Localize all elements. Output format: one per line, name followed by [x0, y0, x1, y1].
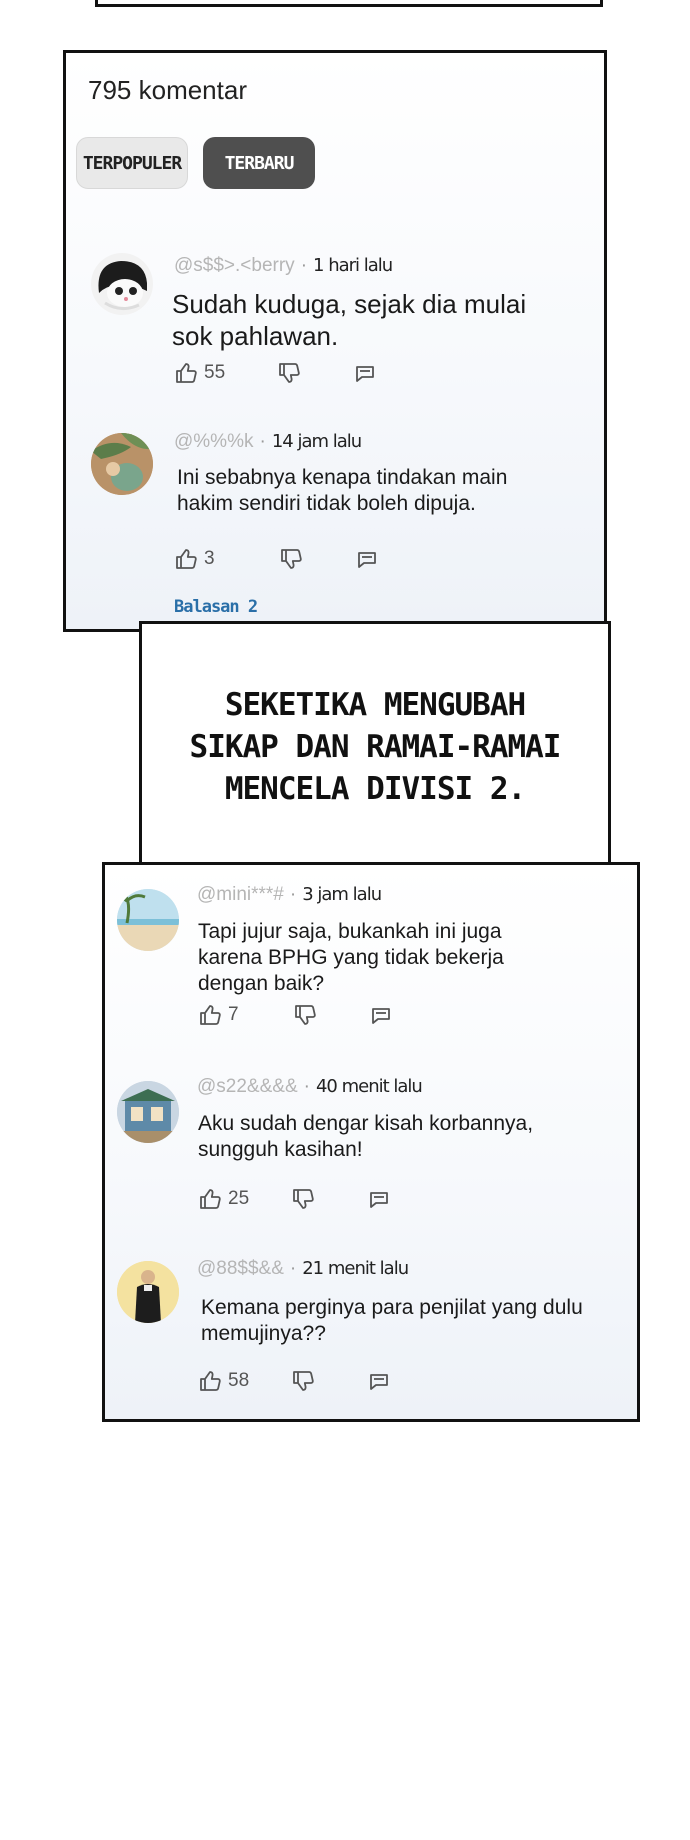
- reply-button[interactable]: [369, 1003, 393, 1027]
- reply-icon: [355, 547, 379, 571]
- separator-dot: ·: [289, 884, 297, 905]
- comment-username[interactable]: @%%%k: [174, 431, 253, 452]
- comment-time: 14 jam lalu: [271, 431, 362, 452]
- like-button[interactable]: 3: [174, 547, 215, 571]
- comment-count: 795 komentar: [88, 75, 247, 105]
- comment-actions: 58: [198, 1369, 391, 1393]
- separator-dot: ·: [300, 255, 308, 276]
- avatar[interactable]: [91, 433, 153, 495]
- previous-panel-frame: [95, 0, 603, 7]
- dislike-button[interactable]: [291, 1369, 315, 1393]
- dislike-button[interactable]: [291, 1187, 315, 1211]
- thumbs-down-icon: [293, 1003, 317, 1027]
- comment-username[interactable]: @s22&&&&: [197, 1076, 298, 1097]
- comment-meta: @s22&&&& · 40 menit lalu: [197, 1076, 423, 1098]
- comment-text: Kemana perginya para penjilat yang dulu …: [201, 1296, 583, 1345]
- avatar[interactable]: [117, 889, 179, 951]
- avatar[interactable]: [117, 1081, 179, 1143]
- comment-username[interactable]: @mini***#: [197, 884, 284, 905]
- avatar[interactable]: [117, 1261, 179, 1323]
- thumbs-up-icon: [174, 547, 198, 571]
- comment-text: Sudah kuduga, sejak dia mulai sok pahlaw…: [172, 289, 527, 351]
- like-count: 7: [228, 1004, 239, 1025]
- reply-icon: [367, 1369, 391, 1393]
- like-button[interactable]: 7: [198, 1003, 239, 1027]
- thumbs-down-icon: [279, 547, 303, 571]
- comment-meta: @%%%k · 14 jam lalu: [174, 431, 362, 453]
- like-count: 55: [204, 362, 226, 383]
- comment-meta: @s$$>.<berry · 1 hari lalu: [174, 255, 393, 277]
- comment-text: Ini sebabnya kenapa tindakan main hakim …: [177, 466, 508, 515]
- reply-button[interactable]: [367, 1369, 391, 1393]
- like-count: 25: [228, 1188, 250, 1209]
- thumbs-up-icon: [174, 361, 198, 385]
- like-count: 58: [228, 1370, 250, 1391]
- reply-icon: [353, 361, 377, 385]
- comments-panel-bottom: @mini***# · 3 jam lalu Tapi jujur saja, bu…: [102, 862, 640, 1422]
- comment-meta: @88$$&& · 21 menit lalu: [197, 1258, 409, 1280]
- comment-time: 21 menit lalu: [302, 1258, 409, 1279]
- comment-actions: 25: [198, 1187, 391, 1211]
- reply-button[interactable]: [355, 547, 379, 571]
- comment-actions: 3: [174, 547, 379, 571]
- view-replies-link[interactable]: Balasan 2: [174, 597, 258, 617]
- like-button[interactable]: 55: [174, 361, 225, 385]
- reply-icon: [367, 1187, 391, 1211]
- comment-meta: @mini***# · 3 jam lalu: [197, 884, 382, 906]
- avatar[interactable]: [91, 253, 153, 315]
- dislike-button[interactable]: [293, 1003, 317, 1027]
- separator-dot: ·: [259, 431, 266, 452]
- sort-popular-button[interactable]: TERPOPULER: [76, 137, 188, 189]
- sort-newest-button[interactable]: TERBARU: [203, 137, 315, 189]
- comment-actions: 7: [198, 1003, 393, 1027]
- like-button[interactable]: 58: [198, 1369, 249, 1393]
- reply-icon: [369, 1003, 393, 1027]
- reply-button[interactable]: [367, 1187, 391, 1211]
- thumbs-down-icon: [291, 1187, 315, 1211]
- narration-text: SEKETIKA MENGUBAH SIKAP DAN RAMAI-RAMAI …: [189, 687, 562, 807]
- thumbs-down-icon: [291, 1369, 315, 1393]
- reply-button[interactable]: [353, 361, 377, 385]
- comments-panel-top: 795 komentar TERPOPULER TERBARU @s$$>.<b…: [63, 50, 607, 632]
- dislike-button[interactable]: [279, 547, 303, 571]
- comment-username[interactable]: @s$$>.<berry: [174, 255, 295, 276]
- separator-dot: ·: [303, 1076, 310, 1097]
- thumbs-up-icon: [198, 1187, 222, 1211]
- thumbs-up-icon: [198, 1003, 222, 1027]
- dislike-button[interactable]: [277, 361, 301, 385]
- comment-time: 40 menit lalu: [315, 1076, 423, 1097]
- comment-actions: 55: [174, 361, 377, 385]
- comment-username[interactable]: @88$$&&: [197, 1258, 284, 1279]
- like-button[interactable]: 25: [198, 1187, 249, 1211]
- thumbs-up-icon: [198, 1369, 222, 1393]
- thumbs-down-icon: [277, 361, 301, 385]
- comment-time: 1 hari lalu: [313, 255, 393, 276]
- like-count: 3: [204, 548, 215, 569]
- separator-dot: ·: [289, 1258, 297, 1279]
- comment-time: 3 jam lalu: [302, 884, 382, 905]
- comment-text: Tapi jujur saja, bukankah ini juga karen…: [198, 920, 504, 995]
- comment-text: Aku sudah dengar kisah korbannya, sunggu…: [198, 1112, 534, 1161]
- narration-caption-box: SEKETIKA MENGUBAH SIKAP DAN RAMAI-RAMAI …: [139, 621, 611, 873]
